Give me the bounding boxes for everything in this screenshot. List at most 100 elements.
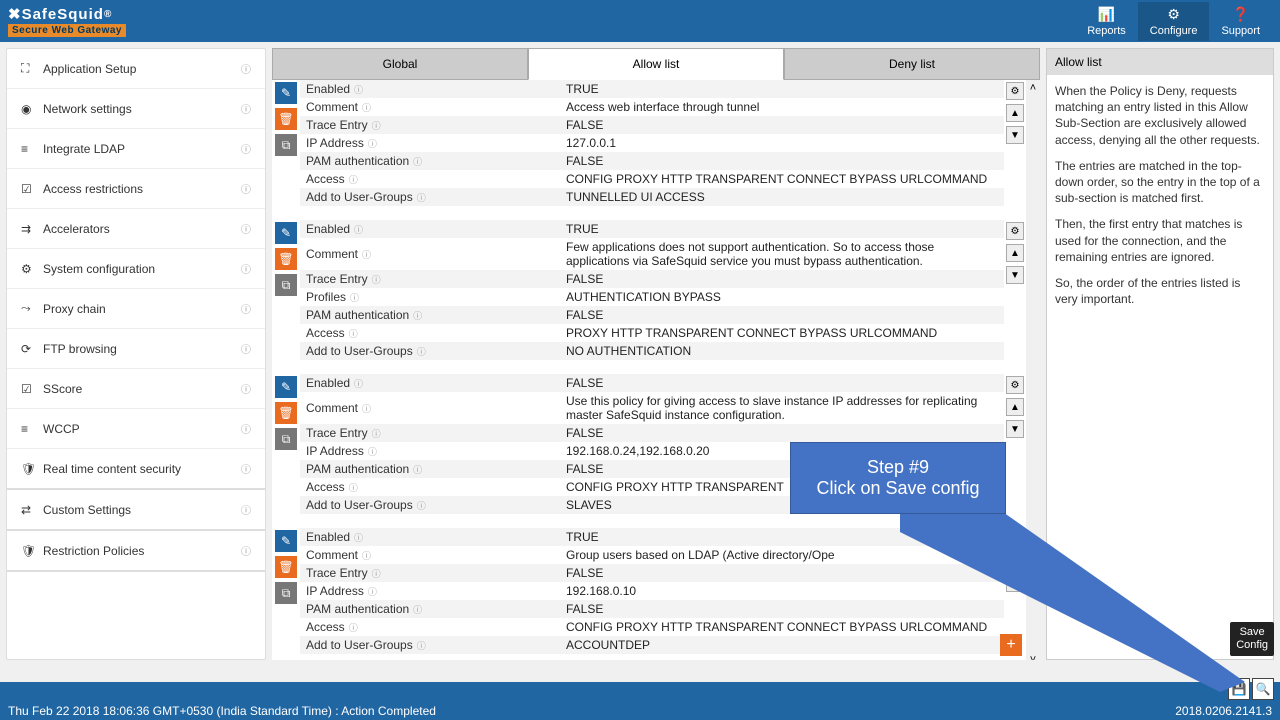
sidebar-item-custom-settings[interactable]: ⇄Custom Settingsⓘ [7, 490, 265, 531]
info-icon: ⓘ [368, 445, 377, 458]
entry-key: Profiles ⓘ [300, 288, 560, 306]
sidebar-item-restriction-policies[interactable]: 🛡Restriction Policiesⓘ [7, 531, 265, 572]
sidebar-item-network-settings[interactable]: ◉Network settingsⓘ [7, 89, 265, 129]
copy-entry-button[interactable]: ⧉ [275, 582, 297, 604]
copy-entry-button[interactable]: ⧉ [275, 274, 297, 296]
sidebar-item-access-restrictions[interactable]: ☑Access restrictionsⓘ [7, 169, 265, 209]
sidebar-item-integrate-ldap[interactable]: ≡Integrate LDAPⓘ [7, 129, 265, 169]
edit-entry-button[interactable]: ✎ [275, 530, 297, 552]
info-icon: ⓘ [241, 221, 251, 236]
entry-row: Comment ⓘUse this policy for giving acce… [300, 392, 1004, 424]
sidebar-item-label: FTP browsing [43, 342, 117, 356]
sidebar-item-label: Network settings [43, 102, 132, 116]
configure-button[interactable]: ⚙ Configure [1138, 2, 1210, 41]
move-up-button[interactable]: ▲ [1006, 244, 1024, 262]
section-tabs: Global Allow list Deny list [272, 48, 1040, 80]
add-entry-button[interactable]: + [1000, 634, 1022, 656]
entry-key: Add to User-Groups ⓘ [300, 636, 560, 654]
reports-button[interactable]: 📊 Reports [1075, 2, 1138, 41]
entry-value: FALSE [560, 306, 1004, 324]
entry-value: NO AUTHENTICATION [560, 342, 1004, 360]
info-icon: ⓘ [349, 621, 358, 634]
sidebar-icon: ⇄ [21, 503, 35, 517]
entry-settings-button[interactable]: ⚙ [1006, 82, 1024, 100]
step-callout: Step #9 Click on Save config [790, 442, 1006, 514]
tab-deny-list[interactable]: Deny list [784, 48, 1040, 80]
entry-row: IP Address ⓘ192.168.0.10 [300, 582, 1004, 600]
entry-key: Access ⓘ [300, 170, 560, 188]
entry-row: Access ⓘCONFIG PROXY HTTP TRANSPARENT CO… [300, 618, 1004, 636]
info-icon: ⓘ [354, 83, 363, 96]
entry-side-controls: ⚙ ▲ ▼ [1004, 80, 1026, 206]
sidebar-item-wccp[interactable]: ≡WCCPⓘ [7, 409, 265, 449]
wrench-icon: ✖ [8, 5, 22, 23]
entry-tools: ✎ 🗑 ⧉ [272, 220, 300, 360]
sidebar-item-real-time-content-security[interactable]: 🛡Real time content securityⓘ [7, 449, 265, 490]
entry-side-controls: ⚙ ▲ ▼ [1004, 220, 1026, 360]
entry-key: PAM authentication ⓘ [300, 460, 560, 478]
entry-settings-button[interactable]: ⚙ [1006, 376, 1024, 394]
sidebar-item-proxy-chain[interactable]: ⤳Proxy chainⓘ [7, 289, 265, 329]
entry-settings-button[interactable]: ⚙ [1006, 530, 1024, 548]
tab-global[interactable]: Global [272, 48, 528, 80]
delete-entry-button[interactable]: 🗑 [275, 556, 297, 578]
sidebar-item-label: SScore [43, 382, 82, 396]
edit-entry-button[interactable]: ✎ [275, 222, 297, 244]
delete-entry-button[interactable]: 🗑 [275, 248, 297, 270]
entry-row: Trace Entry ⓘFALSE [300, 270, 1004, 288]
callout-line2: Click on Save config [801, 478, 995, 499]
help-paragraph: The entries are matched in the top-down … [1055, 158, 1265, 207]
entry-key: Trace Entry ⓘ [300, 564, 560, 582]
info-icon: ⓘ [241, 101, 251, 116]
save-config-button[interactable]: 💾 [1228, 678, 1250, 700]
sidebar-icon: 🛡 [21, 462, 35, 476]
sidebar-item-label: Proxy chain [43, 302, 106, 316]
entry-value: FALSE [560, 600, 1004, 618]
sidebar-item-system-configuration[interactable]: ⚙System configurationⓘ [7, 249, 265, 289]
move-down-button[interactable]: ▼ [1006, 266, 1024, 284]
entry: ✎🗑⧉Enabled ⓘTRUEComment ⓘAccess web inte… [272, 80, 1026, 206]
sidebar-item-sscore[interactable]: ☑SScoreⓘ [7, 369, 265, 409]
copy-entry-button[interactable]: ⧉ [275, 134, 297, 156]
sidebar-item-ftp-browsing[interactable]: ⟳FTP browsingⓘ [7, 329, 265, 369]
info-icon: ⓘ [350, 291, 359, 304]
tab-allow-list[interactable]: Allow list [528, 48, 784, 80]
entry-key: Access ⓘ [300, 478, 560, 496]
entry-row: PAM authentication ⓘFALSE [300, 152, 1004, 170]
move-down-button[interactable]: ▼ [1006, 574, 1024, 592]
search-button[interactable]: 🔍 [1252, 678, 1274, 700]
move-up-button[interactable]: ▲ [1006, 398, 1024, 416]
sidebar-item-label: Access restrictions [43, 182, 143, 196]
status-bar: Thu Feb 22 2018 18:06:36 GMT+0530 (India… [0, 682, 1280, 720]
collapse-toggle[interactable]: ˄˅ [1026, 80, 1040, 660]
info-icon: ⓘ [241, 502, 251, 517]
help-paragraph: When the Policy is Deny, requests matchi… [1055, 83, 1265, 148]
info-icon: ⓘ [417, 191, 426, 204]
sidebar-item-label: Restriction Policies [43, 544, 144, 558]
support-button[interactable]: ❓ Support [1209, 2, 1272, 41]
move-down-button[interactable]: ▼ [1006, 420, 1024, 438]
sidebar-item-label: WCCP [43, 422, 80, 436]
content-area: Global Allow list Deny list ✎🗑⧉Enabled ⓘ… [272, 42, 1280, 666]
entry-key: Comment ⓘ [300, 98, 560, 116]
entry-settings-button[interactable]: ⚙ [1006, 222, 1024, 240]
copy-entry-button[interactable]: ⧉ [275, 428, 297, 450]
reports-icon: 📊 [1098, 6, 1115, 22]
entry-value: FALSE [560, 270, 1004, 288]
sidebar-icon: ≡ [21, 422, 35, 436]
delete-entry-button[interactable]: 🗑 [275, 402, 297, 424]
edit-entry-button[interactable]: ✎ [275, 376, 297, 398]
entry-value: ACCOUNTDEP [560, 636, 1004, 654]
brand-name: SafeSquid [22, 6, 104, 23]
info-icon: ⓘ [241, 261, 251, 276]
move-up-button[interactable]: ▲ [1006, 552, 1024, 570]
entry-key: Comment ⓘ [300, 238, 560, 270]
sidebar-item-application-setup[interactable]: ⛶Application Setupⓘ [7, 49, 265, 89]
entry-value: Group users based on LDAP (Active direct… [560, 546, 1004, 564]
move-down-button[interactable]: ▼ [1006, 126, 1024, 144]
delete-entry-button[interactable]: 🗑 [275, 108, 297, 130]
move-up-button[interactable]: ▲ [1006, 104, 1024, 122]
edit-entry-button[interactable]: ✎ [275, 82, 297, 104]
sidebar-item-accelerators[interactable]: ⇉Acceleratorsⓘ [7, 209, 265, 249]
sidebar-item-label: Real time content security [43, 462, 181, 476]
